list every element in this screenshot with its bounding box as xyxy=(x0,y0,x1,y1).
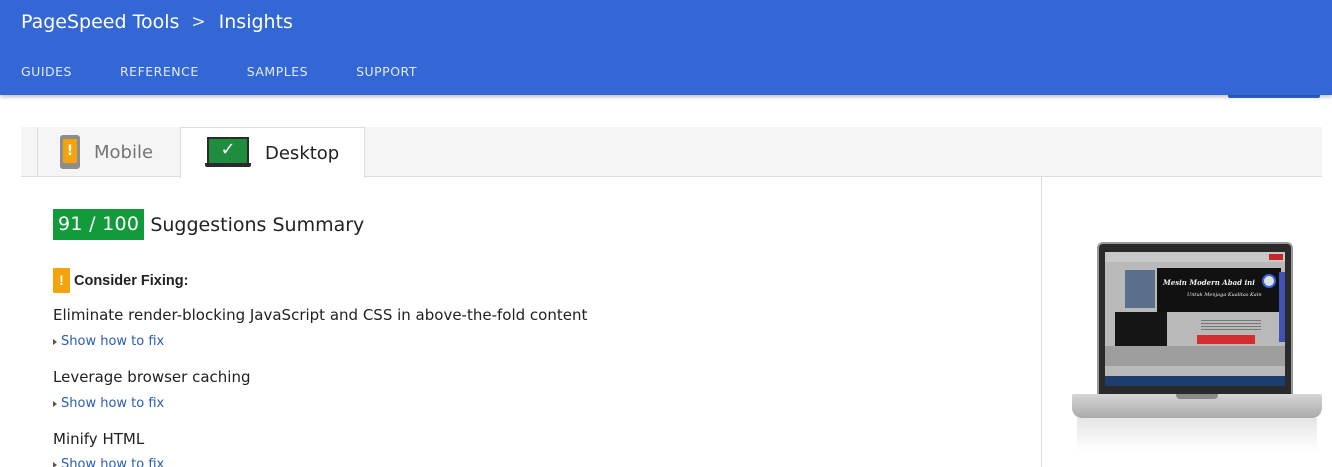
show-how-to-fix-label: Show how to fix xyxy=(61,396,165,411)
consider-fixing-label: Consider Fixing: xyxy=(74,272,189,289)
site-screenshot: Mesin Modern Abad ini Untuk Menjaga Kual… xyxy=(1105,252,1285,386)
banner-headline: Mesin Modern Abad ini xyxy=(1163,278,1255,287)
show-how-to-fix-link[interactable]: Show how to fix xyxy=(53,396,164,411)
breadcrumb-separator: > xyxy=(191,12,206,32)
results-panel: 91 / 100 Suggestions Summary ! Consider … xyxy=(53,209,1013,467)
expand-triangle-icon xyxy=(53,461,57,467)
tab-desktop[interactable]: ✓ Desktop xyxy=(180,127,365,178)
expand-triangle-icon xyxy=(53,400,57,407)
tab-mobile-label: Mobile xyxy=(94,141,154,163)
rule-title: Minify HTML xyxy=(53,430,145,448)
breadcrumb: PageSpeed Tools > Insights xyxy=(21,11,293,33)
site-banner: Mesin Modern Abad ini Untuk Menjaga Kual… xyxy=(1157,268,1281,312)
tab-desktop-label: Desktop xyxy=(265,142,340,164)
top-nav: GUIDES REFERENCE SAMPLES SUPPORT xyxy=(21,64,465,79)
breadcrumb-pagespeed-tools[interactable]: PageSpeed Tools xyxy=(21,11,179,33)
summary-title: Suggestions Summary xyxy=(150,213,365,236)
banner-subline: Untuk Menjaga Kualitas Kain xyxy=(1187,292,1262,298)
breadcrumb-insights[interactable]: Insights xyxy=(219,11,293,33)
nav-samples[interactable]: SAMPLES xyxy=(247,64,308,79)
rule-title: Leverage browser caching xyxy=(53,368,251,386)
tab-mobile[interactable]: ! Mobile xyxy=(37,127,180,177)
show-how-to-fix-label: Show how to fix xyxy=(61,457,165,467)
show-how-to-fix-link[interactable]: Show how to fix xyxy=(53,457,164,467)
panel-divider xyxy=(1041,177,1042,467)
rule-title: Eliminate render-blocking JavaScript and… xyxy=(53,306,588,324)
laptop-lid: Mesin Modern Abad ini Untuk Menjaga Kual… xyxy=(1097,242,1293,394)
suggestions-summary: 91 / 100 Suggestions Summary xyxy=(53,209,1013,240)
header-action-button-edge[interactable] xyxy=(1228,95,1320,98)
top-header: PageSpeed Tools > Insights GUIDES REFERE… xyxy=(0,0,1332,95)
nav-support[interactable]: SUPPORT xyxy=(356,64,417,79)
device-tabs: ! Mobile ✓ Desktop xyxy=(21,127,1322,178)
score-badge: 91 / 100 xyxy=(53,209,145,240)
desktop-screenshot-preview: Mesin Modern Abad ini Untuk Menjaga Kual… xyxy=(1072,242,1322,462)
desktop-monitor-check-icon: ✓ xyxy=(205,137,251,169)
warning-icon: ! xyxy=(53,268,70,293)
expand-triangle-icon xyxy=(53,338,57,345)
consider-fixing-header: ! Consider Fixing: xyxy=(53,268,188,293)
nav-guides[interactable]: GUIDES xyxy=(21,64,72,79)
show-how-to-fix-label: Show how to fix xyxy=(61,334,165,349)
badge-icon xyxy=(1262,274,1276,288)
mobile-phone-warning-icon: ! xyxy=(60,135,80,169)
show-how-to-fix-link[interactable]: Show how to fix xyxy=(53,334,164,349)
laptop-base xyxy=(1072,394,1322,418)
nav-reference[interactable]: REFERENCE xyxy=(120,64,199,79)
